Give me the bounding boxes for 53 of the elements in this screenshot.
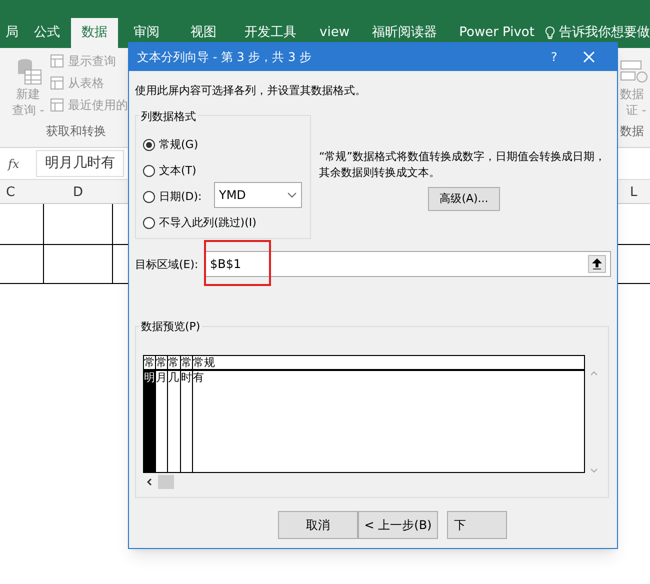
preview-cell: 时: [181, 371, 192, 384]
window-icon: [50, 54, 64, 68]
ribbon-tab[interactable]: 数据: [70, 18, 118, 48]
preview-cell: 几: [168, 371, 180, 384]
column-type-label: 常: [181, 356, 192, 371]
ribbon-tab[interactable]: 公式: [24, 18, 71, 48]
formula-field[interactable]: 明月几时有: [36, 150, 124, 177]
window-title: 文本分列向导 - 第 3 步，共 3 步: [137, 49, 312, 66]
preview-column[interactable]: 常 月: [156, 356, 168, 472]
column-type-label: 常: [156, 356, 167, 371]
instruction-text: 使用此屏内容可选择各列，并设置其数据格式。: [135, 83, 366, 99]
preview-column[interactable]: 常规 有: [193, 356, 584, 472]
dialog-button[interactable]: 取消: [278, 511, 358, 539]
chevron-left-icon[interactable]: [147, 478, 152, 486]
preview-cell-text: 有: [193, 371, 205, 384]
function-icon[interactable]: fx: [8, 154, 28, 172]
scroll-thumb[interactable]: [158, 475, 174, 489]
column-header[interactable]: C: [6, 183, 16, 202]
group-label: 数据: [620, 123, 644, 140]
description-text: “常规”数据格式将数值转换成数字，日期值会转换成日期，其余数据则转换成文本。: [319, 149, 606, 181]
radio-label[interactable]: 文本(T): [159, 163, 196, 180]
radio-button[interactable]: [143, 165, 155, 178]
lightbulb-icon: [545, 26, 555, 40]
preview-column[interactable]: 常 明: [144, 356, 156, 472]
preview-column[interactable]: 常 时: [181, 356, 193, 472]
close-icon[interactable]: [583, 51, 595, 63]
preview-cell: 明: [144, 371, 155, 384]
column-type-label: 常: [168, 356, 180, 371]
advanced-button[interactable]: 高级(A)...: [428, 187, 500, 211]
chevron-down-icon: [287, 192, 297, 198]
group-label: 获取和转换: [46, 123, 106, 140]
ribbon-tab[interactable]: 局: [0, 18, 24, 48]
field-label: 目标区域(E):: [135, 257, 198, 273]
column-header[interactable]: D: [73, 183, 84, 202]
radio-label[interactable]: 日期(D):: [159, 189, 202, 206]
preview-cell: 月: [156, 371, 167, 384]
preview-column[interactable]: 常 几: [168, 356, 181, 472]
radio-label[interactable]: 不导入此列(跳过)(I): [159, 215, 256, 232]
table-icon: [50, 76, 64, 90]
column-type-label: 常: [144, 356, 155, 371]
radio-button[interactable]: [143, 217, 155, 230]
radio-button[interactable]: [143, 139, 155, 152]
radio-button[interactable]: [143, 191, 155, 204]
dialog-button[interactable]: 下: [447, 511, 507, 539]
help-button[interactable]: ?: [539, 48, 569, 66]
tell-me-field[interactable]: 告诉我你想要做: [559, 23, 650, 43]
upload-icon[interactable]: [588, 255, 606, 273]
column-type-label: 常规: [193, 356, 584, 371]
radio-label[interactable]: 常规(G): [159, 137, 198, 154]
dialog-button[interactable]: < 上一步(B): [358, 511, 438, 539]
destination-field[interactable]: $B$1: [205, 251, 611, 277]
date-format-dropdown[interactable]: YMD: [214, 182, 302, 208]
column-header[interactable]: L: [630, 183, 638, 202]
